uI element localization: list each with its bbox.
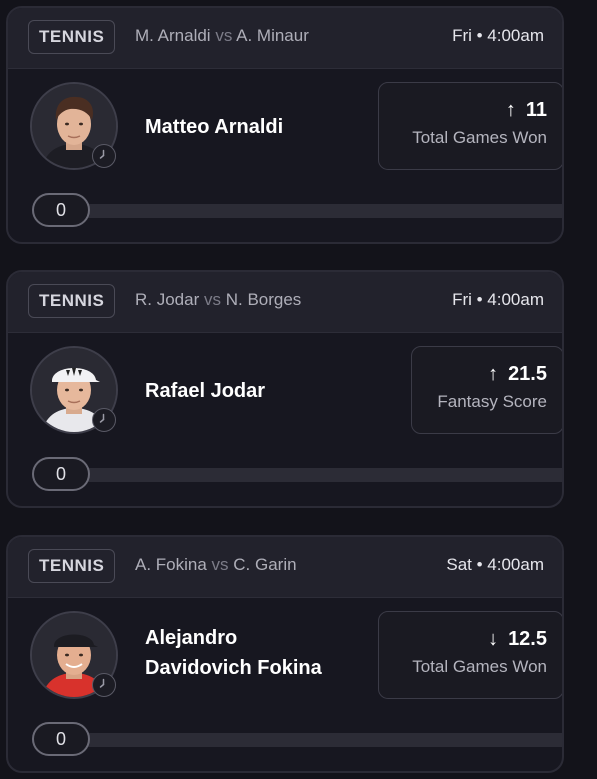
projection-value: 12.5: [508, 628, 547, 650]
progress-value: 0: [32, 193, 90, 227]
projection-box[interactable]: ↑ 11 Total Games Won: [378, 82, 562, 170]
stat-label: Total Games Won: [412, 128, 547, 147]
stat-label: Total Games Won: [412, 657, 547, 676]
game-time: Fri • 4:00am: [452, 26, 544, 45]
matchup: R. Jodar vs N. Borges: [135, 290, 301, 310]
player-name: Matteo Arnaldi: [145, 116, 284, 138]
projection-value: 21.5: [508, 363, 547, 385]
arrow-up-icon: ↑: [505, 99, 516, 121]
team-b: A. Minaur: [236, 26, 309, 45]
progress-track: [32, 468, 562, 482]
game-time: Fri • 4:00am: [452, 290, 544, 309]
vs-label: vs: [203, 290, 221, 309]
player-name-line-2: Davidovich Fokina: [145, 657, 322, 679]
sport-badge: TENNIS: [28, 549, 116, 583]
vs-label: vs: [211, 555, 229, 574]
player-name: Alejandro Davidovich Fokina: [145, 623, 322, 683]
team-b: N. Borges: [225, 290, 302, 309]
sport-badge: TENNIS: [28, 20, 116, 54]
vs-label: vs: [215, 26, 233, 45]
team-a: R. Jodar: [135, 290, 200, 309]
card-header: TENNIS M. Arnaldi vs A. Minaur Fri • 4:0…: [8, 8, 562, 69]
team-a: M. Arnaldi: [135, 26, 211, 45]
projection-line: ↑ 11: [395, 99, 547, 122]
player-name: Rafael Jodar: [145, 380, 266, 402]
sport-badge: TENNIS: [28, 284, 116, 318]
arrow-down-icon: ↓: [488, 628, 499, 650]
game-time: Sat • 4:00am: [446, 555, 544, 574]
team-b: C. Garin: [233, 555, 297, 574]
player-name-line-1: Alejandro: [145, 627, 238, 649]
pick-card[interactable]: TENNIS R. Jodar vs N. Borges Fri • 4:00a…: [6, 270, 564, 508]
pick-card[interactable]: TENNIS M. Arnaldi vs A. Minaur Fri • 4:0…: [6, 6, 564, 244]
progress-track: [32, 204, 562, 218]
pick-card[interactable]: TENNIS A. Fokina vs C. Garin Sat • 4:00a…: [6, 535, 564, 773]
projection-line: ↑ 21.5: [428, 363, 547, 386]
card-header: TENNIS R. Jodar vs N. Borges Fri • 4:00a…: [8, 272, 562, 333]
projection-box[interactable]: ↓ 12.5 Total Games Won: [378, 611, 562, 699]
clock-icon: [92, 144, 116, 168]
progress-value: 0: [32, 457, 90, 491]
projection-box[interactable]: ↑ 21.5 Fantasy Score: [411, 346, 562, 434]
clock-icon: [92, 673, 116, 697]
stat-label: Fantasy Score: [437, 392, 547, 411]
card-header: TENNIS A. Fokina vs C. Garin Sat • 4:00a…: [8, 537, 562, 598]
clock-icon: [92, 408, 116, 432]
progress-track: [32, 733, 562, 747]
projection-value: 11: [525, 99, 547, 121]
matchup: M. Arnaldi vs A. Minaur: [135, 26, 309, 46]
progress-value: 0: [32, 722, 90, 756]
matchup: A. Fokina vs C. Garin: [135, 555, 297, 575]
projection-line: ↓ 12.5: [395, 628, 547, 651]
arrow-up-icon: ↑: [488, 363, 499, 385]
team-a: A. Fokina: [135, 555, 207, 574]
